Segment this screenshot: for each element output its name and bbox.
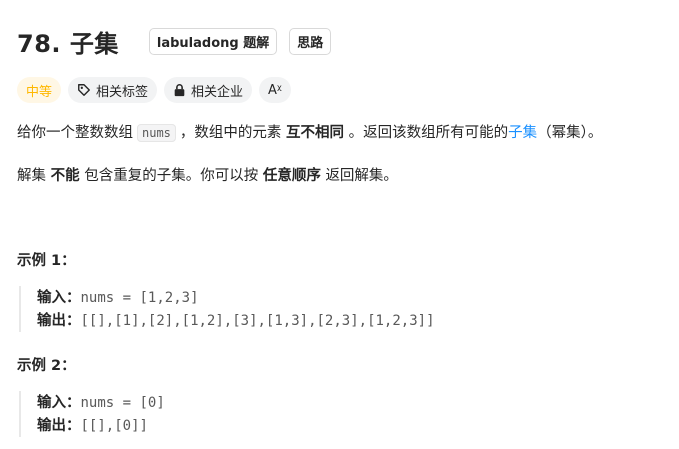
output-label: 输出： (37, 313, 81, 329)
input-value: nums = [1,2,3] (80, 290, 199, 306)
desc-bold: 不能 (50, 168, 80, 184)
desc-text: 给你一个整数数组 (17, 125, 133, 141)
desc-text: 包含重复的子集。你可以按 (84, 168, 259, 184)
output-value: [[],[1],[2],[1,2],[3],[1,3],[2,3],[1,2,3… (80, 313, 435, 329)
input-value: nums = [0] (80, 395, 165, 411)
font-size-icon: Aᵡ (268, 82, 282, 98)
related-tags-button[interactable]: 相关标签 (68, 77, 158, 103)
desc-text: ，数组中的元素 (179, 125, 282, 141)
output-value: [[],[0]] (80, 418, 148, 434)
description-paragraph-2: 解集 不能 包含重复的子集。你可以按 任意顺序 返回解集。 (17, 166, 398, 186)
related-tags-label: 相关标签 (96, 84, 149, 100)
desc-text: 返回解集。 (325, 168, 398, 184)
subset-link[interactable]: 子集 (508, 125, 537, 141)
example-2-output: 输出：[[],[0]] (37, 414, 165, 437)
related-companies-button[interactable]: 相关企业 (164, 77, 253, 103)
example-2-block: 输入：nums = [0] 输出：[[],[0]] (19, 391, 165, 437)
desc-text: （幂集）。 (537, 125, 603, 141)
related-companies-label: 相关企业 (191, 84, 244, 100)
example-1-title: 示例 1： (17, 253, 76, 269)
input-label: 输入： (37, 290, 81, 306)
description-paragraph-1: 给你一个整数数组 nums ，数组中的元素 互不相同 。返回该数组所有可能的子集（幂… (17, 123, 602, 143)
desc-text: 解集 (17, 168, 46, 184)
approach-button[interactable]: 思路 (289, 28, 332, 55)
font-size-button[interactable]: Aᵡ (259, 77, 291, 103)
problem-header: 78. 子集 labuladong 题解 思路 (17, 24, 343, 59)
difficulty-badge: 中等 (17, 77, 62, 103)
example-1-block: 输入：nums = [1,2,3] 输出：[[],[1],[2],[1,2],[… (19, 286, 435, 332)
difficulty-label: 中等 (26, 84, 53, 100)
tag-icon (77, 83, 91, 97)
inline-code-nums: nums (137, 124, 176, 142)
example-1-output: 输出：[[],[1],[2],[1,2],[3],[1,3],[2,3],[1,… (37, 309, 435, 332)
example-2-title: 示例 2： (17, 358, 76, 374)
labuladong-solution-button[interactable]: labuladong 题解 (148, 28, 278, 55)
output-label: 输出： (37, 418, 81, 434)
problem-title: 78. 子集 (17, 30, 119, 58)
desc-text: 。返回该数组所有可能的 (348, 125, 509, 141)
desc-bold: 任意顺序 (262, 168, 321, 184)
example-1-input: 输入：nums = [1,2,3] (37, 286, 435, 309)
lock-icon (173, 83, 186, 97)
problem-chips: 中等 相关标签 相关企业 Aᵡ (17, 77, 298, 103)
desc-bold: 互不相同 (286, 125, 345, 141)
input-label: 输入： (37, 395, 81, 411)
example-2-input: 输入：nums = [0] (37, 391, 165, 414)
